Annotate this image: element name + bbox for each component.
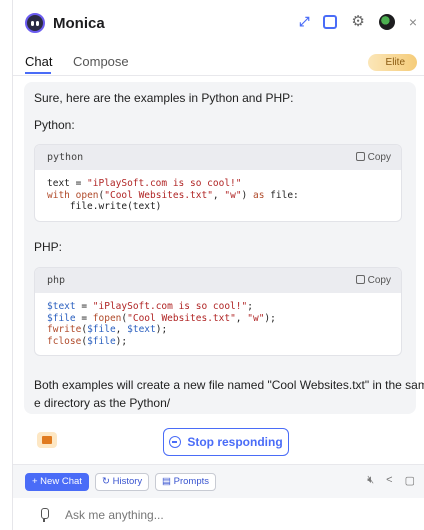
code-body: text = "iPlaySoft.com is so cool!" with o… [35, 170, 401, 221]
code-lang: python [47, 152, 84, 163]
assistant-message: Sure, here are the examples in Python an… [24, 82, 424, 414]
microphone-icon[interactable] [37, 508, 51, 522]
note-icon[interactable] [323, 15, 338, 29]
code-line: fclose($file); [47, 335, 128, 347]
stop-icon [169, 436, 182, 448]
book-icon[interactable] [37, 432, 57, 448]
history-button[interactable]: ↻ History [95, 473, 150, 491]
share-icon[interactable]: < [386, 474, 392, 487]
copy-icon [355, 152, 365, 161]
chat-input-row: Ask me anything... [13, 500, 424, 530]
copy-button[interactable]: Copy [355, 145, 391, 170]
code-header: python Copy [35, 145, 401, 170]
message-outro-line-2: e directory as the Python/ [34, 396, 171, 410]
message-intro: Sure, here are the examples in Python an… [34, 91, 294, 105]
close-icon[interactable]: × [409, 13, 417, 31]
active-tab-indicator [25, 72, 51, 74]
code-line: fwrite($file, $text); [47, 324, 168, 335]
code-line: text = "iPlaySoft.com is so cool!" [47, 178, 242, 189]
elite-badge[interactable]: Elite [367, 54, 417, 71]
tab-compose[interactable]: Compose [73, 54, 129, 69]
mute-icon[interactable]: 🔇︎ [367, 474, 374, 487]
copy-button[interactable]: Copy [355, 268, 391, 293]
tab-bar: Chat Compose Elite [13, 46, 424, 76]
avatar-icon[interactable] [378, 14, 395, 30]
python-label: Python: [34, 118, 75, 132]
code-line: with open("Cool Websites.txt", "w") as f… [47, 189, 299, 201]
chat-toolbar: + New Chat ↻ History ▤ Prompts 🔇︎ < ▢ [13, 464, 424, 498]
header-icons: ⤢ ⚙ × [299, 13, 417, 31]
prompts-button[interactable]: ▤ Prompts [155, 473, 216, 491]
code-line: file.write(text) [47, 201, 162, 212]
gear-icon[interactable]: ⚙ [351, 13, 364, 31]
new-chat-button[interactable]: + New Chat [25, 473, 89, 491]
app-title: Monica [53, 14, 105, 32]
code-lang: php [47, 275, 66, 286]
code-body: $text = "iPlaySoft.com is so cool!"; $fil… [35, 293, 401, 355]
stop-responding-button[interactable]: Stop responding [163, 428, 289, 456]
python-code-block: python Copy text = "iPlaySoft.com is so … [34, 144, 402, 222]
chat-input[interactable]: Ask me anything... [65, 508, 164, 522]
copy-icon [355, 275, 365, 284]
monica-panel: Monica ⤢ ⚙ × Chat Compose Elite Sure, he… [12, 0, 424, 530]
code-line: $file = fopen("Cool Websites.txt", "w"); [47, 312, 276, 324]
header: Monica ⤢ ⚙ × [13, 0, 424, 46]
feedback-icon[interactable]: ▢ [405, 474, 415, 487]
php-code-block: php Copy $text = "iPlaySoft.com is so co… [34, 267, 402, 356]
code-header: php Copy [35, 268, 401, 293]
php-label: PHP: [34, 240, 63, 254]
tab-chat[interactable]: Chat [25, 54, 52, 69]
code-line: $text = "iPlaySoft.com is so cool!"; [47, 301, 253, 312]
expand-icon[interactable]: ⤢ [299, 13, 309, 31]
message-outro-line-1: Both examples will create a new file nam… [34, 378, 424, 392]
monica-logo-icon [25, 13, 45, 33]
toolbar-right-icons: 🔇︎ < ▢ [367, 474, 415, 487]
